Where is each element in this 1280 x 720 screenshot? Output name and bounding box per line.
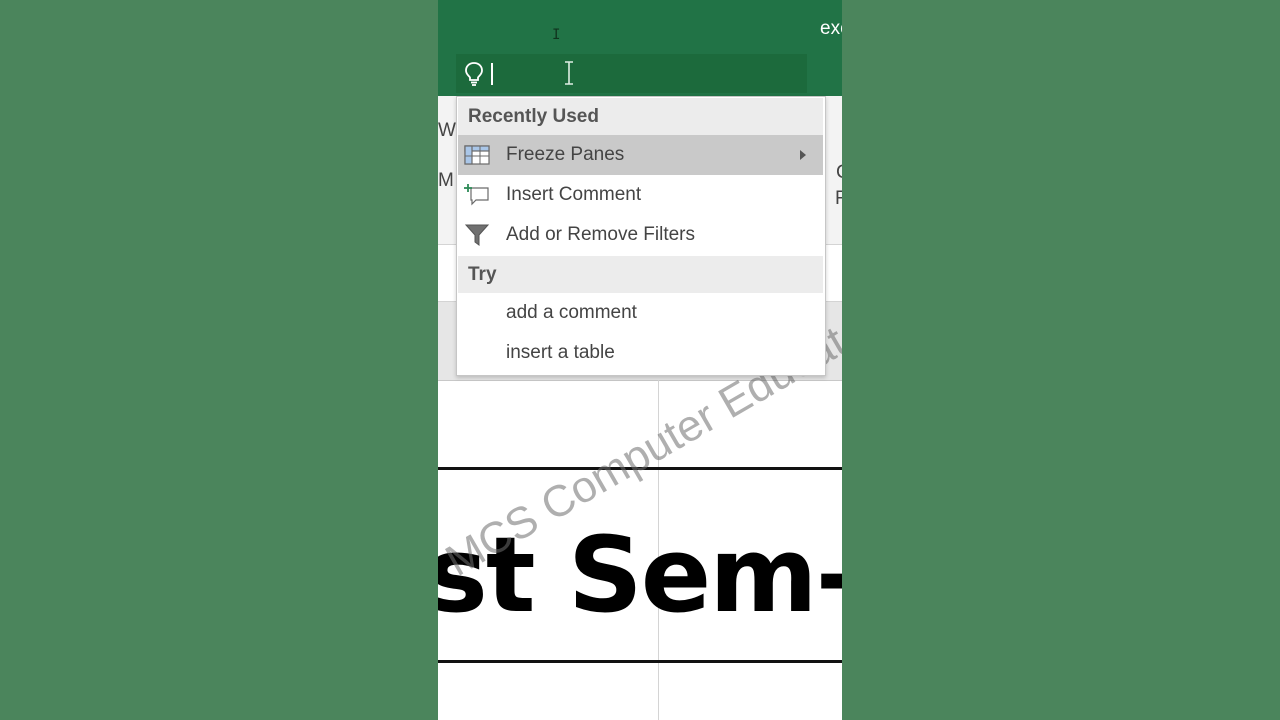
menu-item-freeze-panes[interactable]: Freeze Panes xyxy=(458,135,823,175)
menu-section-try: Try xyxy=(458,256,823,293)
tell-me-input[interactable] xyxy=(486,58,790,90)
menu-item-insert-comment[interactable]: Insert Comment xyxy=(458,175,823,215)
text-caret xyxy=(491,63,493,85)
menu-item-label: Insert Comment xyxy=(506,184,642,205)
menu-item-label: Freeze Panes xyxy=(506,144,625,165)
ribbon-label-fragment: M xyxy=(438,170,454,191)
ribbon-label-fragment: F xyxy=(835,188,842,209)
blurred-background-right xyxy=(842,0,1280,720)
menu-item-add-a-comment[interactable]: add a comment xyxy=(458,293,823,333)
menu-item-insert-a-table[interactable]: insert a table xyxy=(458,333,823,373)
menu-item-label: Add or Remove Filters xyxy=(506,224,696,245)
submenu-arrow-icon xyxy=(800,150,806,160)
menu-item-add-remove-filters[interactable]: Add or Remove Filters xyxy=(458,215,823,255)
ibeam-cursor-icon xyxy=(565,61,573,85)
excel-window: I exc W M C F st Sem- MCS Computer Educa… xyxy=(438,0,842,720)
tell-me-dropdown: Recently Used Freeze Panes Insert Commen… xyxy=(456,96,826,376)
window-title: exc xyxy=(820,18,842,39)
new-comment-icon xyxy=(464,184,489,206)
menu-item-label: insert a table xyxy=(506,342,615,363)
menu-section-recently-used: Recently Used xyxy=(458,98,823,135)
text-cursor-icon: I xyxy=(552,27,561,43)
ribbon-label-fragment: C xyxy=(836,162,842,184)
lightbulb-icon xyxy=(465,62,483,86)
tell-me-search-box[interactable] xyxy=(456,54,807,93)
menu-item-label: add a comment xyxy=(506,302,637,323)
freeze-panes-icon xyxy=(464,145,490,165)
cell-border-bottom xyxy=(438,660,842,663)
ribbon-label-fragment: W xyxy=(438,120,456,141)
blurred-background-left xyxy=(0,0,438,720)
title-bar: I exc xyxy=(438,0,842,96)
filter-icon xyxy=(464,224,490,246)
